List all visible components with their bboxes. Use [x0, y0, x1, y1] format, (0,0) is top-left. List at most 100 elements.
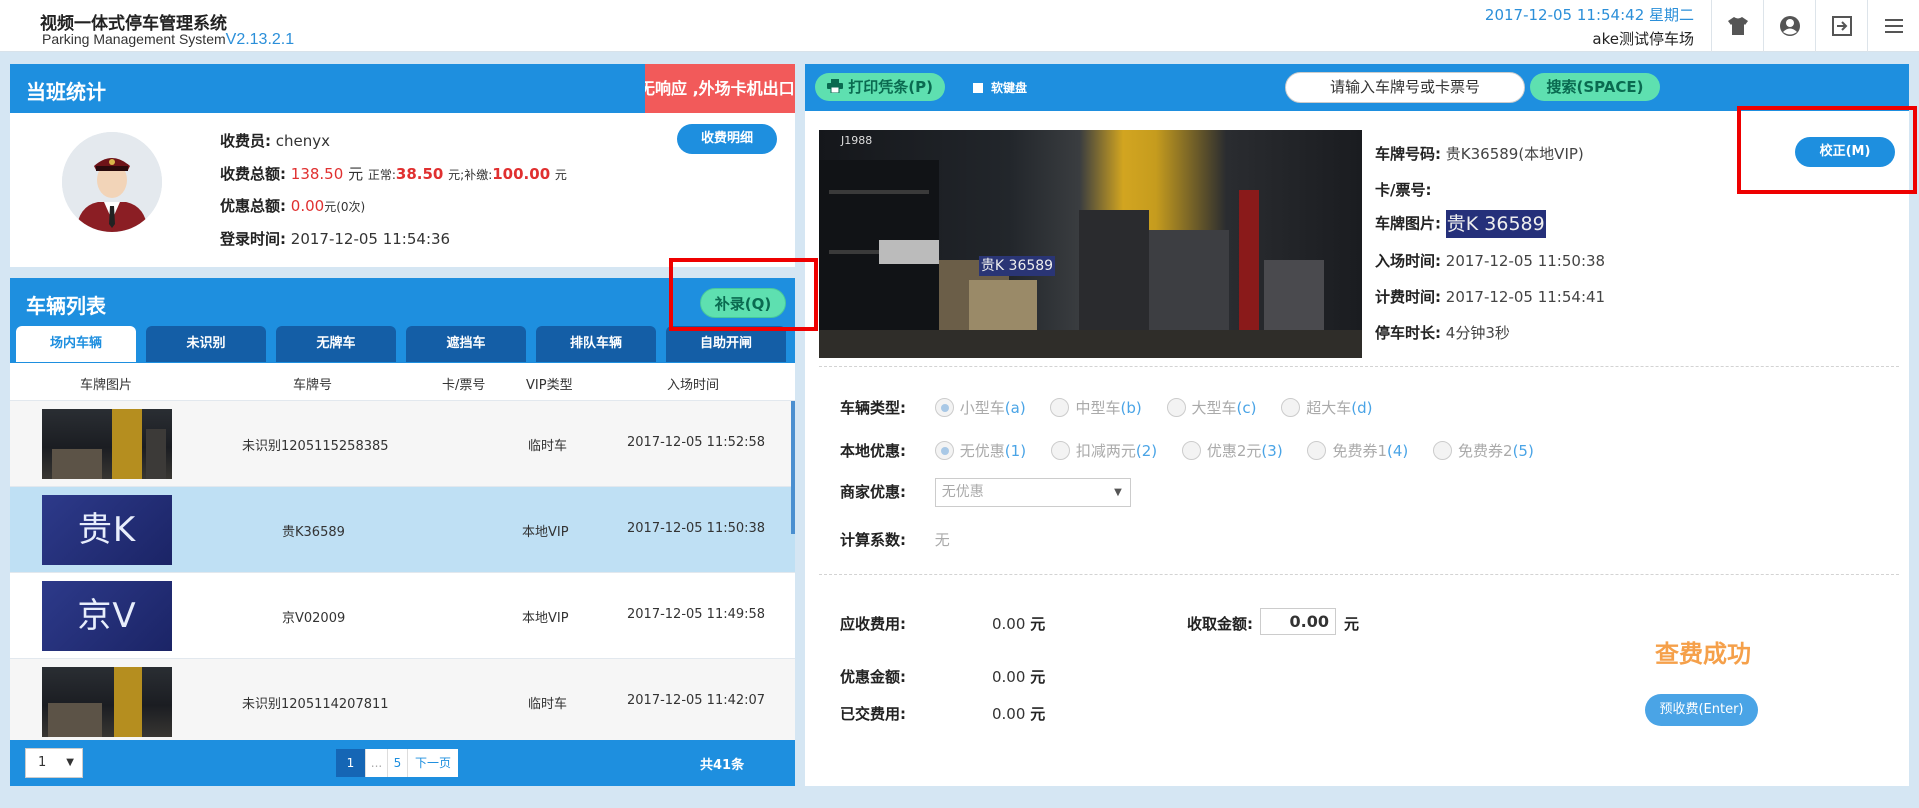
radio-free-voucher-2[interactable]: 免费券2(5) — [1433, 440, 1534, 461]
next-page-button[interactable]: 下一页 — [408, 749, 458, 777]
merchant-discount-select[interactable]: 无优惠 ▼ — [934, 478, 1131, 507]
due-fee-unit: 元 — [1030, 615, 1046, 633]
total-fee-row: 收费总额: 138.50 元 正常:38.50 元;补缴:100.00 元 — [220, 163, 567, 184]
soft-keyboard-label: 软键盘 — [991, 81, 1028, 95]
collect-amount-label: 收取金额: — [1187, 615, 1253, 633]
local-discount-label: 本地优惠: — [840, 442, 906, 460]
radio-circle — [1433, 441, 1453, 460]
radio-label: 超大车 — [1306, 399, 1352, 417]
tab-queue[interactable]: 排队车辆 — [536, 326, 656, 362]
radio-label: 无优惠 — [959, 442, 1005, 460]
table-row[interactable]: 未识别1205114207811 临时车 2017-12-05 11:42:07 — [10, 659, 795, 741]
radio-circle — [934, 441, 954, 460]
radio-key: (b) — [1120, 399, 1142, 417]
discount-amount-unit: 元 — [1030, 668, 1046, 686]
page-5-button[interactable]: 5 — [388, 749, 408, 777]
current-datetime: 2017-12-05 11:54:42 星期二 — [1484, 6, 1694, 24]
radio-medium-car[interactable]: 中型车(b) — [1050, 397, 1142, 418]
logout-icon[interactable] — [1815, 0, 1867, 52]
radio-discount-two[interactable]: 优惠2元(3) — [1181, 440, 1283, 461]
page-size-value: 1 — [38, 755, 47, 770]
entry-time-value: 2017-12-05 11:50:38 — [1445, 252, 1606, 270]
app-version: V2.13.2.1 — [225, 31, 295, 48]
supplement-value: 100.00 — [492, 165, 551, 183]
login-time-label: 登录时间: — [220, 230, 286, 248]
plate-number-label: 车牌号码: — [1375, 145, 1441, 163]
divider — [819, 574, 1899, 575]
user-circle-icon[interactable] — [1763, 0, 1815, 52]
radio-circle — [934, 398, 954, 417]
coefficient-row: 计算系数: 无 — [840, 529, 950, 550]
radio-small-car[interactable]: 小型车(a) — [934, 397, 1026, 418]
due-fee-row: 应收费用: 0.00 元 — [840, 613, 1045, 634]
table-row[interactable]: 贵K 36589 贵K36589 本地VIP 2017-12-05 11:50:… — [10, 487, 795, 573]
record-total: 共41条 — [700, 758, 745, 773]
tab-no-plate[interactable]: 无牌车 — [276, 326, 396, 362]
shirt-icon[interactable] — [1711, 0, 1763, 52]
plate-image-label: 车牌图片: — [1375, 214, 1441, 233]
list-scrollbar[interactable] — [791, 401, 795, 534]
total-fee-value: 138.50 — [290, 165, 344, 183]
tab-in-lot[interactable]: 场内车辆 — [16, 326, 136, 362]
radio-large-car[interactable]: 大型车(c) — [1166, 397, 1256, 418]
menu-icon[interactable] — [1867, 0, 1919, 52]
col-card-number: 卡/票号 — [442, 378, 486, 393]
paid-fee-value: 0.00 — [992, 705, 1026, 723]
radio-key: (a) — [1004, 399, 1026, 417]
col-plate-image: 车牌图片 — [80, 378, 133, 393]
plate-image-row: 车牌图片: 贵K 36589 — [1375, 210, 1546, 238]
plate-thumbnail: 京V 02009 — [42, 581, 172, 651]
col-entry-time: 入场时间 — [667, 378, 720, 393]
table-row[interactable]: 京V 02009 京V02009 本地VIP 2017-12-05 11:49:… — [10, 573, 795, 659]
vehicle-table-body: 未识别1205115258385 临时车 2017-12-05 11:52:58… — [10, 401, 795, 741]
row-vip-type: 临时车 — [528, 697, 568, 712]
radio-label: 扣减两元 — [1075, 442, 1136, 460]
annotation-box-add-record — [669, 258, 818, 331]
radio-label: 小型车 — [959, 399, 1005, 417]
radio-xl-car[interactable]: 超大车(d) — [1281, 397, 1373, 418]
chevron-down-icon: ▼ — [66, 757, 74, 768]
printer-icon — [827, 79, 844, 94]
page-size-select[interactable]: 1 ▼ — [25, 748, 83, 778]
supplement-unit: 元 — [554, 168, 567, 182]
radio-circle — [1307, 441, 1327, 460]
list-footer: 1 ▼ 1 ... 5 下一页 共41条 — [10, 740, 795, 786]
plate-thumbnail: 贵K 36589 — [42, 495, 172, 565]
tab-self-open[interactable]: 自助开闸 — [666, 326, 786, 362]
supplement-label: ;补缴: — [460, 168, 493, 182]
page-1-button[interactable]: 1 — [336, 749, 366, 777]
radio-no-discount[interactable]: 无优惠(1) — [934, 440, 1026, 461]
query-status: 查费成功 — [1655, 640, 1751, 668]
radio-key: (4) — [1387, 442, 1409, 460]
coefficient-label: 计算系数: — [840, 531, 906, 549]
tab-blocked[interactable]: 遮挡车 — [406, 326, 526, 362]
row-plate: 京V02009 — [282, 611, 346, 626]
paid-fee-value-group: 0.00 元 — [992, 703, 1045, 724]
print-receipt-button[interactable]: 打印凭条(P) — [815, 73, 945, 101]
search-input[interactable]: 请输入车牌号或卡票号 — [1285, 72, 1525, 103]
row-entry-time: 2017-12-05 11:52:58 — [627, 435, 766, 450]
app-subtitle-text: Parking Management System — [42, 31, 226, 47]
camera-plate: 贵K 36589 — [979, 256, 1055, 276]
radio-label: 大型车 — [1191, 399, 1237, 417]
login-time-value: 2017-12-05 11:54:36 — [290, 230, 451, 248]
fee-toolbar: 打印凭条(P) 软键盘 请输入车牌号或卡票号 搜索(SPACE) — [805, 64, 1909, 111]
fee-detail-button[interactable]: 收费明细 — [677, 124, 777, 154]
search-button[interactable]: 搜索(SPACE) — [1530, 73, 1660, 101]
discount-total-row: 优惠总额: 0.00元(0次) — [220, 195, 365, 216]
billing-time-row: 计费时间: 2017-12-05 11:54:41 — [1375, 286, 1605, 307]
radio-key: (2) — [1135, 442, 1158, 460]
table-row[interactable]: 未识别1205115258385 临时车 2017-12-05 11:52:58 — [10, 401, 795, 487]
radio-minus-two[interactable]: 扣减两元(2) — [1050, 440, 1158, 461]
radio-free-voucher-1[interactable]: 免费券1(4) — [1307, 440, 1408, 461]
discount-amount-value: 0.00 — [992, 668, 1026, 686]
tab-unrecognized[interactable]: 未识别 — [146, 326, 266, 362]
discount-amount-label: 优惠金额: — [840, 668, 906, 686]
total-fee-unit: 元 — [348, 165, 364, 183]
shift-stats-header: 当班统计 无响应 ,外场卡机出口 — [10, 64, 795, 113]
soft-keyboard-checkbox[interactable]: 软键盘 — [973, 79, 1027, 96]
radio-key: (3) — [1261, 442, 1283, 460]
entry-time-label: 入场时间: — [1375, 252, 1441, 270]
collect-amount-input[interactable]: 0.00 — [1260, 608, 1336, 635]
prepay-button[interactable]: 预收费(Enter) — [1645, 694, 1758, 726]
